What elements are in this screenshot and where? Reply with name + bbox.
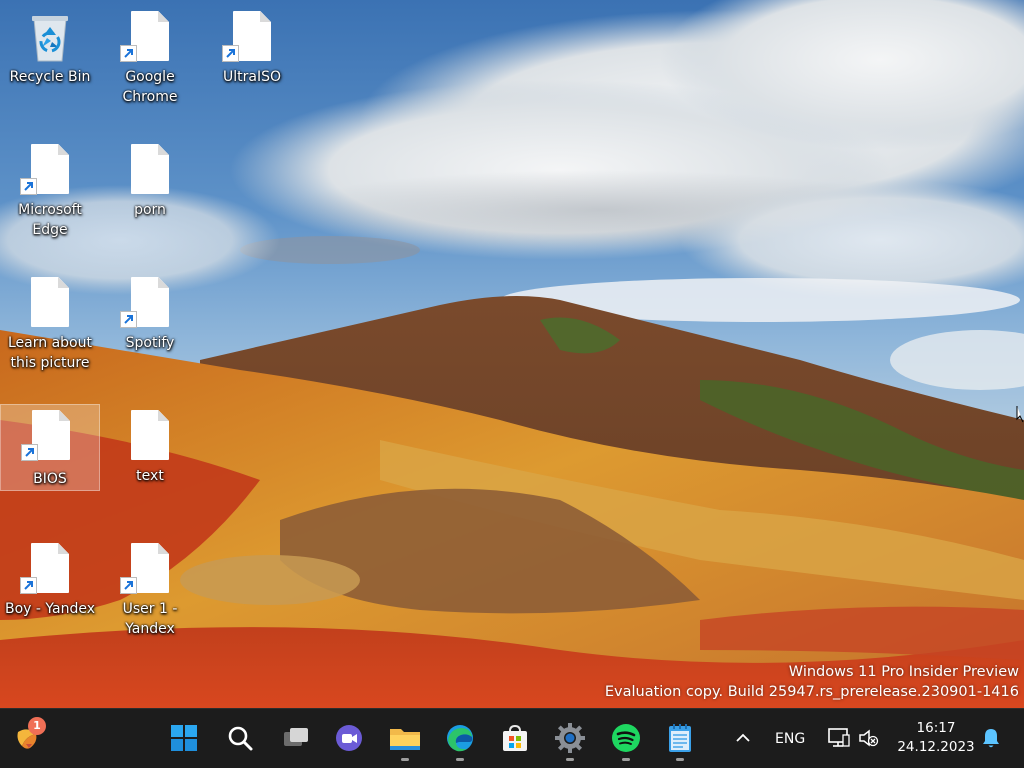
chat-button[interactable] xyxy=(323,709,375,767)
clock[interactable]: 16:17 24.12.2023 xyxy=(892,719,980,757)
input-language-indicator[interactable]: ENG xyxy=(775,731,805,747)
desktop-icon-label: Spotify xyxy=(125,335,175,351)
desktop-icon-spotify[interactable]: Spotify xyxy=(100,269,200,369)
mouse-cursor-icon xyxy=(1016,405,1024,423)
shortcut-arrow-icon xyxy=(120,311,137,328)
watermark-build: Evaluation copy. Build 25947.rs_prerelea… xyxy=(604,684,1019,700)
desktop-icon-label: Google Chrome xyxy=(122,69,178,105)
running-indicator xyxy=(622,758,630,761)
desktop-icon-label: Learn about this picture xyxy=(8,335,92,371)
bell-icon xyxy=(983,729,999,748)
desktop-icon-label: Boy - Yandex xyxy=(4,601,96,617)
shortcut-arrow-icon xyxy=(120,45,137,62)
spotify-button[interactable] xyxy=(600,709,652,767)
desktop-icon-label: UltraISO xyxy=(223,69,281,85)
notifications-button[interactable] xyxy=(976,709,1006,767)
taskbar: 1 ENG 16:17 24.12.2023 xyxy=(0,708,1024,768)
desktop-icon-bios[interactable]: BIOS xyxy=(0,404,100,491)
desktop-icon-porn[interactable]: porn xyxy=(100,136,200,236)
shortcut-file-icon xyxy=(120,277,170,329)
widgets-button[interactable]: 1 xyxy=(0,709,56,767)
edge-button[interactable] xyxy=(434,709,486,767)
file-icon xyxy=(130,144,170,196)
widgets-badge: 1 xyxy=(28,717,46,735)
clock-date: 24.12.2023 xyxy=(897,739,975,755)
running-indicator xyxy=(401,758,409,761)
desktop-icon-label: Microsoft Edge xyxy=(18,202,82,238)
file-icon xyxy=(30,277,70,329)
shortcut-file-icon xyxy=(120,543,170,595)
desktop-icon-google-chrome[interactable]: Google Chrome xyxy=(100,3,200,105)
desktop-icon-recycle-bin[interactable]: Recycle Bin xyxy=(0,3,100,103)
clock-time: 16:17 xyxy=(916,720,956,736)
desktop-icon-microsoft-edge[interactable]: Microsoft Edge xyxy=(0,136,100,238)
edge-icon xyxy=(447,725,473,752)
network-icon xyxy=(828,728,850,747)
start-icon xyxy=(171,725,197,751)
desktop-icon-label: porn xyxy=(134,202,166,218)
file-icon xyxy=(130,410,170,462)
desktop-icon-text[interactable]: text xyxy=(100,402,200,502)
running-indicator xyxy=(676,758,684,761)
task-view-button[interactable] xyxy=(270,709,322,767)
volume-muted-icon xyxy=(859,729,879,747)
file-explorer-button[interactable] xyxy=(379,709,431,767)
notepad-icon xyxy=(669,724,691,752)
desktop-icon-label: text xyxy=(136,468,164,484)
settings-button[interactable] xyxy=(544,709,596,767)
desktop-icon-label: Recycle Bin xyxy=(9,69,91,85)
shortcut-file-icon xyxy=(20,144,70,196)
evaluation-watermark: Windows 11 Pro Insider Preview Evaluatio… xyxy=(605,662,1019,702)
desktop-icon-user-1-yandex[interactable]: User 1 - Yandex xyxy=(100,535,200,637)
recycle-bin-icon xyxy=(30,11,70,63)
shortcut-file-icon xyxy=(222,11,272,63)
shortcut-arrow-icon xyxy=(20,178,37,195)
task-view-icon xyxy=(284,728,308,746)
file-explorer-icon xyxy=(390,729,420,750)
chevron-up-icon xyxy=(736,733,750,742)
desktop-icon-boy-yandex[interactable]: Boy - Yandex xyxy=(0,535,100,635)
spotify-icon xyxy=(612,724,640,752)
shortcut-file-icon xyxy=(20,543,70,595)
start-button[interactable] xyxy=(158,709,210,767)
desktop-icon-label: User 1 - Yandex xyxy=(122,601,178,637)
notepad-button[interactable] xyxy=(654,709,706,767)
show-hidden-icons-button[interactable] xyxy=(726,709,760,767)
shortcut-arrow-icon xyxy=(21,444,38,461)
shortcut-arrow-icon xyxy=(222,45,239,62)
store-button[interactable] xyxy=(489,709,541,767)
search-icon xyxy=(228,726,253,751)
shortcut-file-icon xyxy=(21,410,71,462)
store-icon xyxy=(503,724,527,751)
network-volume-tray[interactable] xyxy=(820,709,886,767)
shortcut-arrow-icon xyxy=(120,577,137,594)
settings-icon xyxy=(555,723,585,753)
search-button[interactable] xyxy=(214,709,266,767)
teams-chat-icon xyxy=(336,725,362,751)
shortcut-arrow-icon xyxy=(20,577,37,594)
running-indicator xyxy=(566,758,574,761)
desktop-icon-ultraiso[interactable]: UltraISO xyxy=(202,3,302,103)
desktop-icon-label: BIOS xyxy=(33,471,67,487)
running-indicator xyxy=(456,758,464,761)
shortcut-file-icon xyxy=(120,11,170,63)
watermark-edition: Windows 11 Pro Insider Preview xyxy=(788,664,1019,680)
desktop-icon-learn-about-this-picture[interactable]: Learn about this picture xyxy=(0,269,100,371)
